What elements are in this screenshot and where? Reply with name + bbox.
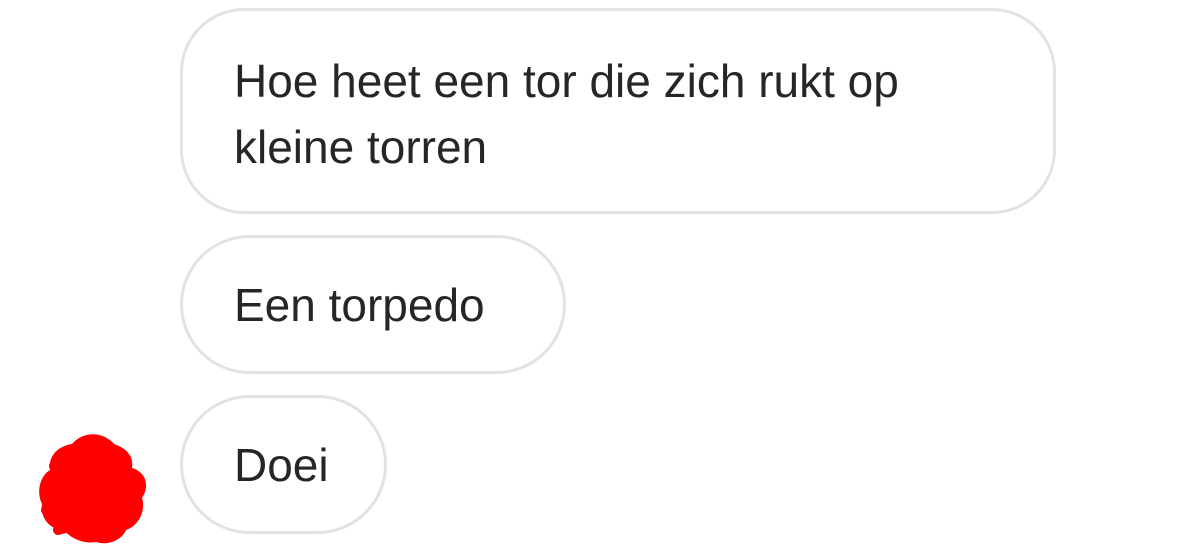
message-text: Een torpedo: [234, 279, 485, 331]
message-bubble[interactable]: Hoe heet een tor die zich rukt op kleine…: [180, 8, 1056, 214]
message-text: Hoe heet een tor die zich rukt op kleine…: [234, 55, 899, 173]
message-thread: Hoe heet een tor die zich rukt op kleine…: [0, 0, 1200, 548]
message-bubble[interactable]: Een torpedo: [180, 235, 566, 374]
message-text: Doei: [234, 439, 329, 491]
message-bubble[interactable]: Doei: [180, 395, 387, 534]
avatar[interactable]: [34, 426, 152, 546]
redacted-avatar-icon: [39, 434, 147, 544]
